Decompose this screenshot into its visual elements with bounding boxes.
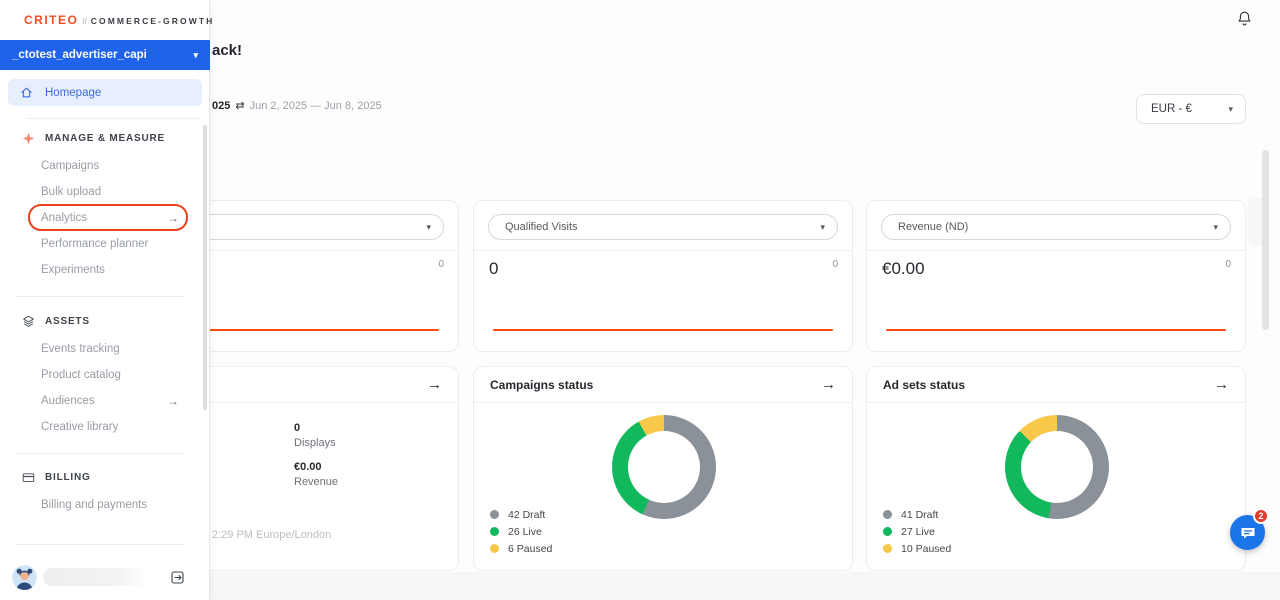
- legend-item: 26 Live: [490, 523, 552, 540]
- date-range-picker[interactable]: 025 ⇄ Jun 2, 2025 — Jun 8, 2025: [212, 99, 382, 112]
- advertiser-name: _ctotest_advertiser_capi: [12, 49, 147, 61]
- arrow-right-icon: →: [167, 211, 179, 225]
- sidebar-item-creative-library[interactable]: Creative library: [41, 418, 191, 436]
- advertiser-selector[interactable]: _ctotest_advertiser_capi ▾: [0, 40, 210, 70]
- sidebar-item-billing-and-payments[interactable]: Billing and payments: [41, 496, 191, 514]
- status-legend: 41 Draft 27 Live 10 Paused: [883, 506, 951, 557]
- pulse-icon: [22, 132, 35, 145]
- divider: [16, 544, 184, 545]
- home-icon: [20, 86, 33, 99]
- metric-axis-max: 0: [438, 259, 444, 270]
- legend-dot: [490, 510, 499, 519]
- metric-value: €0.00: [882, 259, 925, 279]
- sidebar-item-campaigns[interactable]: Campaigns: [41, 157, 191, 175]
- summary-stat-label: Revenue: [294, 476, 338, 488]
- page-scrollbar[interactable]: [1262, 150, 1269, 330]
- status-card-1: Ad sets status → 41 Draft 27 Live: [866, 366, 1246, 571]
- legend-item: 27 Live: [883, 523, 951, 540]
- divider: [28, 118, 200, 119]
- status-legend: 42 Draft 26 Live 6 Paused: [490, 506, 552, 557]
- summary-stat-label: Displays: [294, 437, 338, 449]
- sidebar-scrollbar[interactable]: [203, 125, 207, 410]
- date-range-compare-fragment: 025: [212, 100, 230, 112]
- legend-dot: [883, 527, 892, 536]
- metric-value: 0: [489, 259, 498, 279]
- metric-trend-line: [886, 329, 1226, 331]
- sidebar-item-events-tracking[interactable]: Events tracking: [41, 340, 191, 358]
- chevron-down-icon: ▾: [426, 222, 431, 233]
- currency-value: EUR - €: [1151, 103, 1192, 115]
- chevron-down-icon: ▾: [1213, 222, 1218, 233]
- chat-unread-badge: 2: [1253, 508, 1269, 524]
- arrow-right-icon: →: [167, 394, 179, 408]
- sidebar-section-0: MANAGE & MEASURE: [22, 130, 165, 146]
- divider: [16, 296, 184, 297]
- logo-criteo: CRITEO: [24, 13, 78, 27]
- sidebar-section-1: ASSETS: [22, 313, 90, 329]
- sidebar-item-bulk-upload[interactable]: Bulk upload: [41, 183, 191, 201]
- legend-dot: [883, 544, 892, 553]
- metric-trend-line: [493, 329, 833, 331]
- summary-card-arrow-icon[interactable]: →: [427, 376, 442, 393]
- logout-icon[interactable]: [171, 571, 184, 584]
- sidebar-item-product-catalog[interactable]: Product catalog: [41, 366, 191, 384]
- legend-item: 10 Paused: [883, 540, 951, 557]
- chevron-down-icon: ▾: [1228, 104, 1233, 115]
- sidebar-item-experiments[interactable]: Experiments: [41, 261, 191, 279]
- metric-card-2: Revenue (ND) ▾ €0.00 0: [866, 200, 1246, 352]
- sidebar-item-performance-planner[interactable]: Performance planner: [41, 235, 191, 253]
- legend-item: 42 Draft: [490, 506, 552, 523]
- sidebar: CRITEO // COMMERCE-GROWTH _ctotest_adver…: [0, 0, 210, 600]
- sidebar-section-2: BILLING: [22, 469, 91, 485]
- divider: [16, 453, 184, 454]
- summary-stat-value: 0: [294, 422, 338, 434]
- legend-dot: [883, 510, 892, 519]
- card-icon: [22, 471, 35, 484]
- summary-stats: 0 Displays €0.00 Revenue: [294, 422, 338, 500]
- compare-arrows-icon: ⇄: [235, 99, 244, 112]
- date-range-label: Jun 2, 2025 — Jun 8, 2025: [250, 100, 382, 112]
- legend-item: 41 Draft: [883, 506, 951, 523]
- sidebar-item-audiences[interactable]: Audiences→: [41, 392, 191, 410]
- status-card-0: Campaigns status → 42 Draft 26 Live: [473, 366, 853, 571]
- user-name-redacted: [43, 568, 148, 586]
- sidebar-item-analytics[interactable]: Analytics→: [41, 209, 191, 227]
- status-card-title: Campaigns status: [490, 378, 593, 392]
- user-row: [12, 564, 198, 590]
- metric-axis-max: 0: [832, 259, 838, 270]
- sidebar-item-homepage[interactable]: Homepage: [8, 79, 202, 106]
- metric-card-1: Qualified Visits ▾ 0 0: [473, 200, 853, 352]
- currency-select[interactable]: EUR - € ▾: [1136, 94, 1246, 124]
- summary-stat-value: €0.00: [294, 461, 338, 473]
- status-card-arrow-icon[interactable]: →: [1214, 376, 1229, 393]
- summary-updated-time: 2:29 PM Europe/London: [212, 529, 331, 541]
- logo[interactable]: CRITEO // COMMERCE-GROWTH: [24, 13, 214, 27]
- notifications-bell-icon[interactable]: [1236, 10, 1253, 27]
- chat-bubble-icon: [1239, 524, 1257, 542]
- layers-icon: [22, 315, 35, 328]
- metric-select-2[interactable]: Revenue (ND) ▾: [881, 214, 1231, 240]
- chevron-down-icon: ▾: [820, 222, 825, 233]
- metric-axis-max: 0: [1225, 259, 1231, 270]
- legend-dot: [490, 544, 499, 553]
- status-donut-chart: [1005, 415, 1109, 519]
- sidebar-item-label: Homepage: [45, 87, 101, 99]
- legend-dot: [490, 527, 499, 536]
- legend-item: 6 Paused: [490, 540, 552, 557]
- status-card-arrow-icon[interactable]: →: [821, 376, 836, 393]
- metric-select-1[interactable]: Qualified Visits ▾: [488, 214, 838, 240]
- status-card-title: Ad sets status: [883, 378, 965, 392]
- page-title: ack!: [212, 42, 242, 59]
- status-donut-chart: [612, 415, 716, 519]
- user-avatar[interactable]: [12, 565, 37, 590]
- logo-separator: //: [82, 17, 86, 26]
- chevron-down-icon: ▾: [193, 50, 198, 61]
- criteo-dashboard: ack! 025 ⇄ Jun 2, 2025 — Jun 8, 2025 EUR…: [0, 0, 1280, 600]
- logo-commerce-growth: COMMERCE-GROWTH: [91, 16, 215, 26]
